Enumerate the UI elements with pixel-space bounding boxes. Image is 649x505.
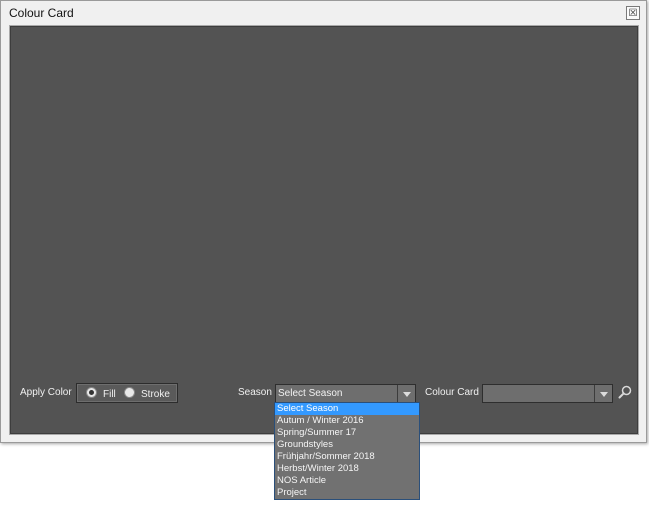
season-select-value: Select Season — [278, 388, 343, 399]
season-option[interactable]: Groundstyles — [275, 439, 419, 451]
colour-card-window: Colour Card ☒ Apply Color Fill Stroke Se… — [0, 0, 647, 443]
colour-card-select-toggle[interactable] — [594, 385, 612, 402]
season-label: Season — [238, 387, 272, 398]
season-select[interactable]: Select Season — [275, 384, 416, 403]
stroke-radio[interactable] — [124, 387, 135, 398]
season-option[interactable]: Frühjahr/Sommer 2018 — [275, 451, 419, 463]
chevron-down-icon — [600, 392, 608, 397]
fill-radio[interactable] — [86, 387, 97, 398]
color-panel: Apply Color Fill Stroke Season Select Se… — [9, 25, 639, 435]
season-option[interactable]: Herbst/Winter 2018 — [275, 463, 419, 475]
apply-color-label: Apply Color — [20, 387, 72, 398]
stroke-radio-label[interactable]: Stroke — [141, 389, 170, 400]
apply-color-radio-group: Fill Stroke — [76, 383, 178, 403]
season-option[interactable]: Autum / Winter 2016 — [275, 415, 419, 427]
season-option[interactable]: Spring/Summer 17 — [275, 427, 419, 439]
season-dropdown-list: Select Season Autum / Winter 2016 Spring… — [274, 402, 420, 500]
season-option[interactable]: NOS Article — [275, 475, 419, 487]
close-button[interactable]: ☒ — [626, 6, 640, 20]
search-icon[interactable] — [618, 385, 632, 399]
window-title: Colour Card — [9, 6, 74, 20]
chevron-down-icon — [403, 392, 411, 397]
title-bar[interactable]: Colour Card ☒ — [1, 1, 646, 25]
close-icon: ☒ — [628, 8, 638, 19]
colour-card-label: Colour Card — [425, 387, 479, 398]
season-select-toggle[interactable] — [397, 385, 415, 402]
colour-card-select[interactable] — [482, 384, 613, 403]
fill-radio-label[interactable]: Fill — [103, 389, 116, 400]
season-option[interactable]: Project — [275, 487, 419, 499]
season-option[interactable]: Select Season — [275, 403, 419, 415]
